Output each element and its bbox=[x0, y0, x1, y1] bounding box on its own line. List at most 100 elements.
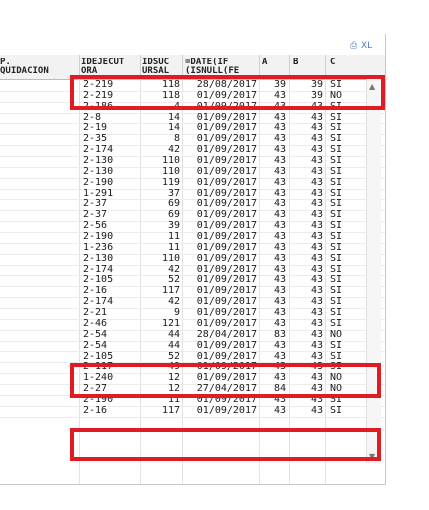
cell-date: 01/09/2017 bbox=[196, 241, 257, 253]
cell-c: SI bbox=[330, 209, 343, 221]
cell-date: 01/09/2017 bbox=[196, 404, 257, 416]
cell-a: 43 bbox=[273, 404, 286, 416]
column-header-a[interactable]: A bbox=[262, 58, 284, 67]
cell-c: SI bbox=[330, 231, 343, 243]
cell-c: SI bbox=[330, 187, 343, 199]
column-header-liquidacion[interactable]: P. QUIDACION bbox=[0, 58, 78, 76]
cell-b: 43 bbox=[310, 285, 323, 297]
cell-idsucursal: 42 bbox=[167, 263, 180, 275]
cell-idsucursal: 69 bbox=[167, 209, 180, 221]
cell-idsucursal: 117 bbox=[161, 285, 180, 297]
cell-date: 01/09/2017 bbox=[196, 296, 257, 308]
cell-a: 43 bbox=[273, 339, 286, 351]
cell-idsucursal: 42 bbox=[167, 144, 180, 156]
cell-a: 43 bbox=[273, 285, 286, 297]
column-header-c[interactable]: C bbox=[330, 58, 360, 67]
cell-c: SI bbox=[330, 122, 343, 134]
cell-c: SI bbox=[330, 144, 343, 156]
cell-date: 01/09/2017 bbox=[196, 307, 257, 319]
cell-a: 43 bbox=[273, 263, 286, 275]
cell-a: 43 bbox=[273, 296, 286, 308]
cell-c: SI bbox=[330, 296, 343, 308]
cell-b: 43 bbox=[310, 122, 323, 134]
cell-a: 43 bbox=[273, 133, 286, 145]
cell-c: SI bbox=[330, 263, 343, 275]
cell-date: 01/09/2017 bbox=[196, 263, 257, 275]
cell-c: SI bbox=[330, 285, 343, 297]
cell-idsucursal: 11 bbox=[167, 231, 180, 243]
cell-idejecutora: 2-174 bbox=[83, 144, 114, 156]
cell-b: 43 bbox=[310, 307, 323, 319]
cell-idejecutora: 2-130 bbox=[83, 165, 114, 177]
cell-a: 43 bbox=[273, 187, 286, 199]
cell-date: 01/09/2017 bbox=[196, 122, 257, 134]
cell-date: 01/09/2017 bbox=[196, 198, 257, 210]
cell-b: 43 bbox=[310, 187, 323, 199]
cell-date: 01/09/2017 bbox=[196, 274, 257, 286]
print-icon[interactable]: ⎙ bbox=[350, 41, 357, 51]
cell-b: 43 bbox=[310, 263, 323, 275]
column-header-idejecutora[interactable]: IDEJECUT ORA bbox=[81, 58, 139, 76]
cell-a: 43 bbox=[273, 252, 286, 264]
cell-c: SI bbox=[330, 133, 343, 145]
cell-b: 43 bbox=[310, 220, 323, 232]
cell-a: 43 bbox=[273, 231, 286, 243]
cell-b: 43 bbox=[310, 144, 323, 156]
cell-date: 01/09/2017 bbox=[196, 317, 257, 329]
cell-date: 01/09/2017 bbox=[196, 144, 257, 156]
cell-idsucursal: 14 bbox=[167, 111, 180, 123]
cell-b: 43 bbox=[310, 133, 323, 145]
cell-idejecutora: 2-37 bbox=[83, 198, 108, 210]
table-toolbar bbox=[0, 34, 385, 53]
cell-idejecutora: 2-19 bbox=[83, 122, 108, 134]
cell-c: SI bbox=[330, 339, 343, 351]
cell-idejecutora: 2-130 bbox=[83, 155, 114, 167]
cell-b: 43 bbox=[310, 328, 323, 340]
cell-idsucursal: 119 bbox=[161, 176, 180, 188]
cell-a: 43 bbox=[273, 165, 286, 177]
cell-c: SI bbox=[330, 220, 343, 232]
column-header-b[interactable]: B bbox=[293, 58, 315, 67]
cell-idsucursal: 14 bbox=[167, 122, 180, 134]
table-row[interactable]: 2-16 117 01/09/2017 43 43 SI bbox=[0, 404, 385, 418]
cell-a: 43 bbox=[273, 220, 286, 232]
cell-a: 43 bbox=[273, 122, 286, 134]
cell-a: 43 bbox=[273, 209, 286, 221]
cell-date: 01/09/2017 bbox=[196, 187, 257, 199]
cell-b: 43 bbox=[310, 274, 323, 286]
cell-idejecutora: 2-190 bbox=[83, 176, 114, 188]
cell-a: 43 bbox=[273, 176, 286, 188]
cell-b: 43 bbox=[310, 111, 323, 123]
cell-idsucursal: 69 bbox=[167, 198, 180, 210]
cell-idsucursal: 44 bbox=[167, 328, 180, 340]
cell-c: SI bbox=[330, 155, 343, 167]
cell-a: 43 bbox=[273, 198, 286, 210]
cell-b: 43 bbox=[310, 176, 323, 188]
cell-c: NO bbox=[330, 328, 343, 340]
cell-idejecutora: 2-8 bbox=[83, 111, 102, 123]
cell-idsucursal: 52 bbox=[167, 274, 180, 286]
cell-date: 01/09/2017 bbox=[196, 285, 257, 297]
cell-b: 43 bbox=[310, 155, 323, 167]
cell-date: 01/09/2017 bbox=[196, 339, 257, 351]
cell-c: SI bbox=[330, 111, 343, 123]
column-header-idsucursal[interactable]: IDSUC URSAL bbox=[142, 58, 182, 76]
cell-idejecutora: 2-54 bbox=[83, 328, 108, 340]
highlight-box-middle bbox=[70, 363, 381, 398]
cell-b: 43 bbox=[310, 209, 323, 221]
cell-idejecutora: 2-16 bbox=[83, 404, 108, 416]
vertical-scrollbar[interactable] bbox=[366, 79, 381, 463]
cell-idejecutora: 2-56 bbox=[83, 220, 108, 232]
cell-c: SI bbox=[330, 198, 343, 210]
cell-a: 43 bbox=[273, 317, 286, 329]
cell-idejecutora: 2-21 bbox=[83, 307, 108, 319]
cell-a: 43 bbox=[273, 241, 286, 253]
export-excel-button[interactable]: XL bbox=[361, 41, 372, 51]
cell-date: 01/09/2017 bbox=[196, 252, 257, 264]
cell-b: 43 bbox=[310, 241, 323, 253]
cell-b: 43 bbox=[310, 350, 323, 362]
highlight-box-bottom bbox=[70, 428, 381, 461]
cell-idejecutora: 2-174 bbox=[83, 263, 114, 275]
column-header-date[interactable]: =DATE(IF (ISNULL(FE bbox=[185, 58, 257, 76]
cell-a: 43 bbox=[273, 350, 286, 362]
